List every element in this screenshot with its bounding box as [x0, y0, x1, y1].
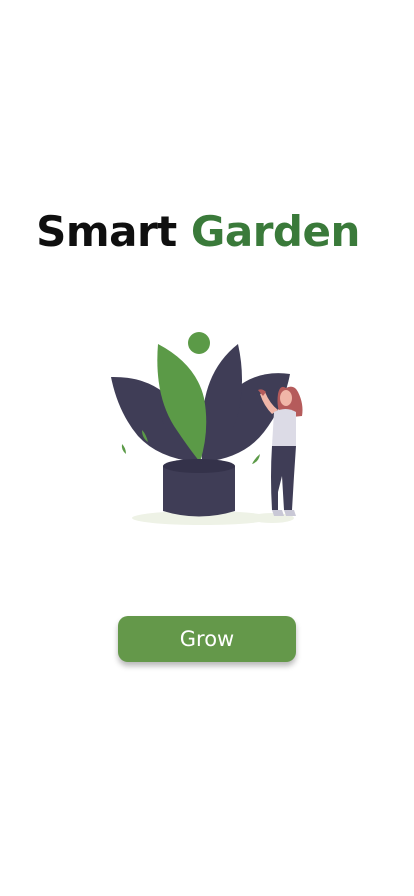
app-title: Smart Garden — [0, 204, 396, 260]
falling-leaf — [252, 454, 260, 464]
app-title-word-smart: Smart — [36, 207, 177, 256]
flower-bud — [188, 332, 210, 354]
app-title-word-garden: Garden — [190, 207, 360, 256]
woman-torso — [272, 409, 296, 448]
woman-watering-plant-icon — [100, 326, 314, 532]
grow-button[interactable]: Grow — [118, 616, 296, 662]
woman-legs — [271, 446, 296, 510]
splash-screen: Smart Garden Grow — [0, 0, 414, 896]
falling-leaf — [121, 444, 126, 454]
